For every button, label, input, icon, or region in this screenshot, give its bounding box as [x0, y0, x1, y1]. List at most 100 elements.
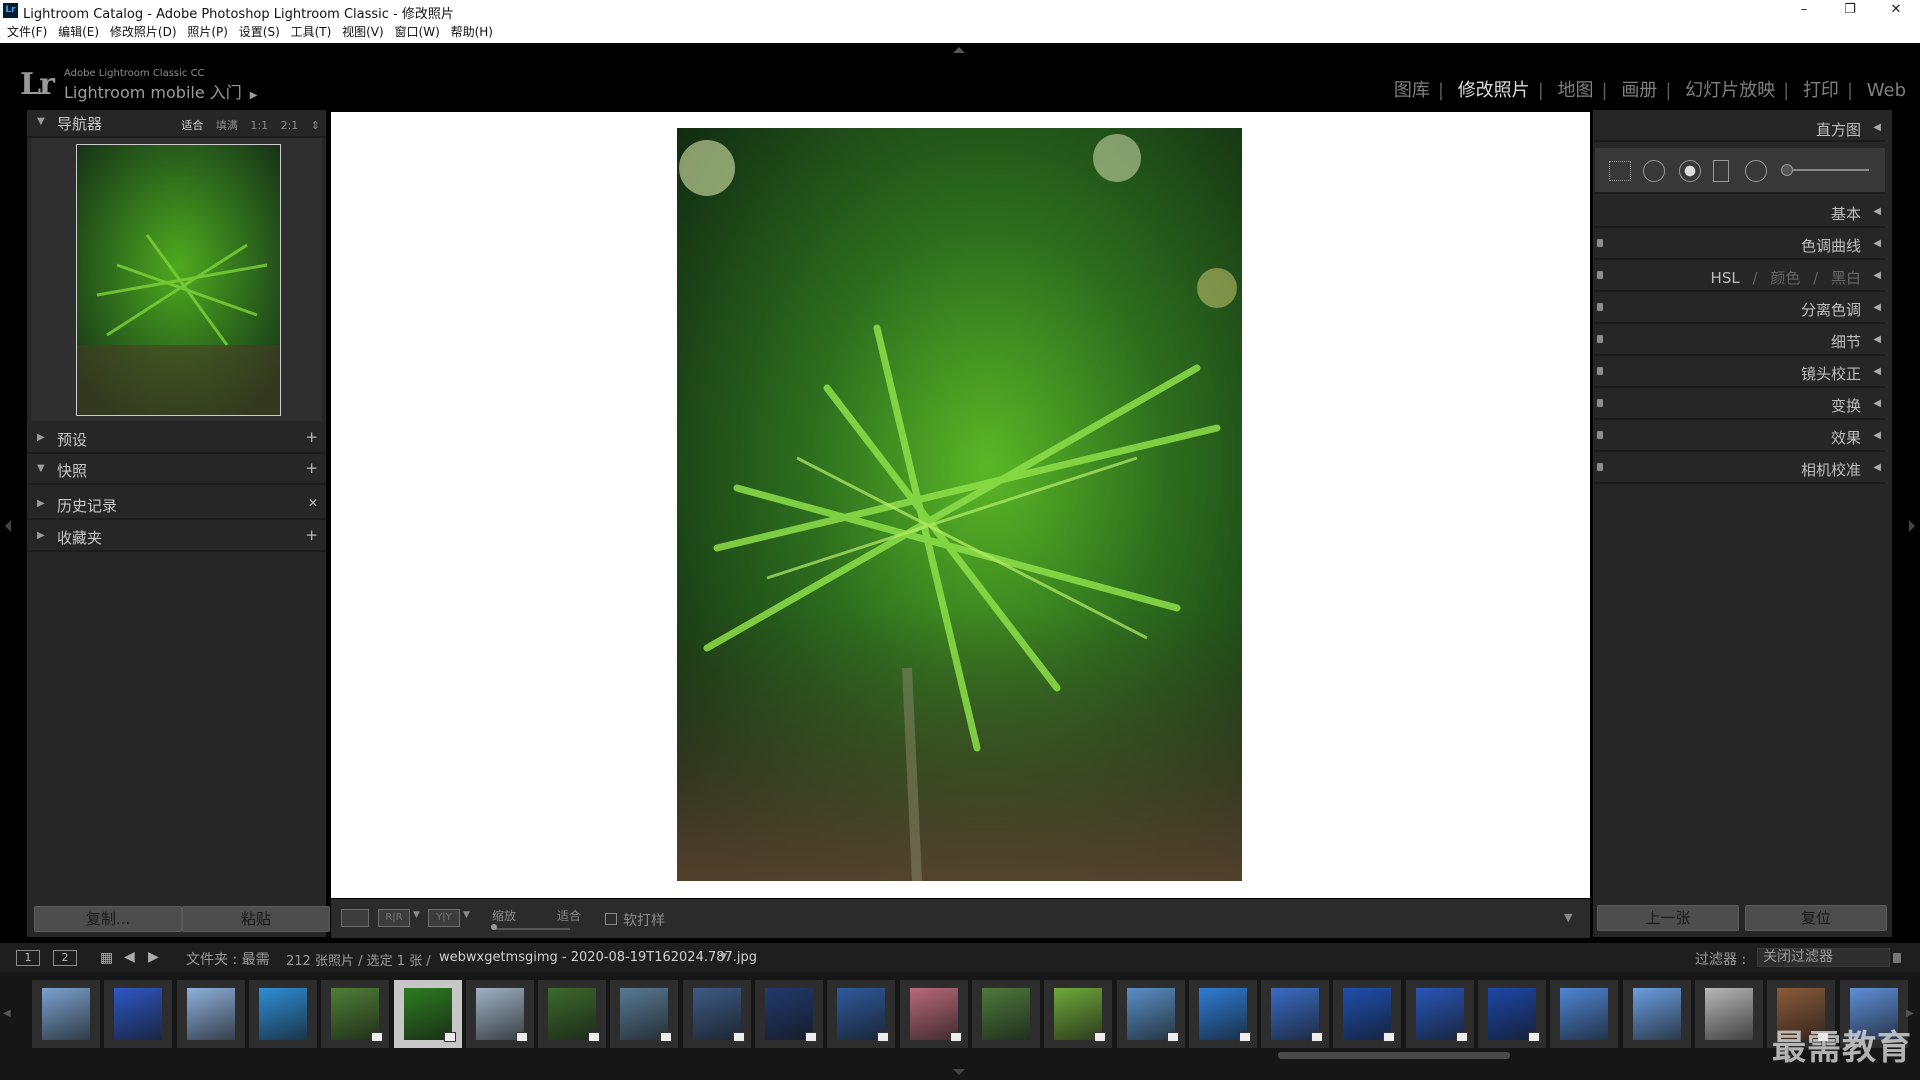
mobile-getting-started-link[interactable]: Lightroom mobile 入门 ▶	[64, 79, 257, 103]
menu-settings[interactable]: 设置(S)	[232, 22, 280, 43]
color-tab[interactable]: 颜色	[1770, 269, 1800, 287]
menu-window[interactable]: 窗口(W)	[388, 22, 440, 43]
module-slideshow[interactable]: 幻灯片放映	[1685, 80, 1775, 101]
navigator-thumbnail[interactable]	[76, 144, 281, 416]
camera-calibration-header[interactable]: 相机校准 ◀	[1593, 454, 1885, 484]
transform-header[interactable]: 变换 ◀	[1593, 390, 1885, 420]
filmstrip-thumbnail[interactable]	[538, 980, 607, 1048]
zoom-fit[interactable]: 适合	[181, 119, 203, 132]
snapshots-header[interactable]: ▼ 快照 +	[27, 457, 326, 485]
filmstrip-thumbnail[interactable]	[827, 980, 896, 1048]
panel-switch-icon[interactable]	[1597, 271, 1603, 279]
adjustment-brush-slider[interactable]	[1785, 169, 1869, 171]
histogram-header[interactable]: 直方图 ◀	[1593, 114, 1885, 142]
menu-file[interactable]: 文件(F)	[0, 22, 47, 43]
split-toning-header[interactable]: 分离色调 ◀	[1593, 294, 1885, 324]
toolbar-content-menu-icon[interactable]: ▼	[1564, 911, 1572, 924]
detail-header[interactable]: 细节 ◀	[1593, 326, 1885, 356]
filmstrip-scroll-right-icon[interactable]: ▶	[1906, 1008, 1914, 1019]
radial-filter-icon[interactable]	[1745, 160, 1767, 182]
zoom-slider[interactable]	[492, 928, 570, 930]
add-preset-icon[interactable]: +	[305, 428, 318, 446]
menu-edit[interactable]: 编辑(E)	[51, 22, 99, 43]
spot-removal-icon[interactable]	[1643, 160, 1665, 182]
filmstrip-thumbnail[interactable]	[682, 980, 751, 1048]
module-library[interactable]: 图库	[1394, 80, 1430, 101]
filmstrip-thumbnail[interactable]	[1694, 980, 1763, 1048]
filmstrip-thumbnail[interactable]	[1622, 980, 1691, 1048]
module-map[interactable]: 地图	[1558, 80, 1594, 101]
filmstrip-thumbnail[interactable]	[1405, 980, 1474, 1048]
menu-develop[interactable]: 修改照片(D)	[103, 22, 177, 43]
grid-view-icon[interactable]: ▦	[100, 950, 113, 966]
tone-curve-header[interactable]: 色调曲线 ◀	[1593, 230, 1885, 260]
filmstrip-thumbnail[interactable]	[1116, 980, 1185, 1048]
bw-tab[interactable]: 黑白	[1831, 269, 1861, 287]
forward-arrow-icon[interactable]: ▶	[148, 949, 159, 965]
source-label[interactable]: 文件夹 : 最需	[186, 949, 270, 969]
left-panel-toggle-icon[interactable]	[5, 520, 11, 532]
right-panel-toggle-icon[interactable]	[1909, 520, 1915, 532]
filmstrip-thumbnail[interactable]	[104, 980, 173, 1048]
back-arrow-icon[interactable]: ◀	[124, 949, 135, 965]
add-collection-icon[interactable]: +	[305, 526, 318, 544]
adjustment-brush-icon[interactable]	[1781, 164, 1793, 176]
panel-switch-icon[interactable]	[1597, 303, 1603, 311]
effects-header[interactable]: 效果 ◀	[1593, 422, 1885, 452]
history-header[interactable]: ▶ 历史记录 ✕	[27, 492, 326, 520]
panel-switch-icon[interactable]	[1597, 239, 1603, 247]
add-snapshot-icon[interactable]: +	[305, 459, 318, 477]
menu-help[interactable]: 帮助(H)	[444, 22, 493, 43]
clear-history-icon[interactable]: ✕	[308, 496, 318, 510]
filter-select[interactable]: 关闭过滤器	[1757, 948, 1890, 967]
filmstrip-thumbnail[interactable]	[176, 980, 245, 1048]
previous-button[interactable]: 上一张	[1597, 905, 1739, 931]
red-eye-icon[interactable]	[1679, 160, 1701, 182]
panel-switch-icon[interactable]	[1597, 367, 1603, 375]
filmstrip-thumbnail[interactable]	[1261, 980, 1330, 1048]
panel-switch-icon[interactable]	[1597, 335, 1603, 343]
zoom-1-1[interactable]: 1:1	[250, 119, 268, 132]
secondary-window-button[interactable]: 2	[53, 950, 77, 966]
restore-button[interactable]: ❐	[1827, 0, 1873, 22]
zoom-slider-thumb[interactable]	[491, 924, 497, 930]
lens-corrections-header[interactable]: 镜头校正 ◀	[1593, 358, 1885, 388]
basic-header[interactable]: 基本 ◀	[1593, 198, 1885, 228]
collections-header[interactable]: ▶ 收藏夹 +	[27, 524, 326, 552]
navigator-header[interactable]: ▼ 导航器 适合 填满 1:1 2:1 ⇕	[27, 110, 326, 138]
filmstrip-thumbnail[interactable]	[393, 980, 462, 1048]
copy-button[interactable]: 复制...	[34, 906, 182, 932]
main-photo[interactable]	[677, 128, 1242, 881]
module-print[interactable]: 打印	[1803, 80, 1839, 101]
filmstrip-thumbnail[interactable]	[1478, 980, 1546, 1048]
filmstrip-toggle-icon[interactable]	[953, 1069, 965, 1075]
filmstrip-thumbnail[interactable]	[971, 980, 1040, 1048]
minimize-button[interactable]: –	[1781, 0, 1827, 22]
filename-dropdown-icon[interactable]: ▼	[720, 952, 727, 962]
filmstrip-thumbnail[interactable]	[755, 980, 823, 1048]
filmstrip-thumbnail[interactable]	[248, 980, 317, 1048]
zoom-menu-icon[interactable]: ⇕	[311, 119, 320, 132]
before-after-tb-dropdown-icon[interactable]: ▼	[463, 910, 470, 920]
before-after-tb-icon[interactable]: Y|Y	[428, 909, 460, 927]
presets-header[interactable]: ▶ 预设 +	[27, 426, 326, 454]
filmstrip-scrollbar[interactable]	[1278, 1052, 1510, 1059]
filmstrip-thumbnail[interactable]	[32, 980, 100, 1048]
zoom-fill[interactable]: 填满	[216, 119, 238, 132]
top-panel-toggle-icon[interactable]	[953, 47, 965, 53]
graduated-filter-icon[interactable]	[1713, 160, 1729, 182]
crop-overlay-icon[interactable]	[1609, 161, 1631, 181]
module-web[interactable]: Web	[1867, 80, 1906, 101]
hsl-tab[interactable]: HSL	[1711, 269, 1740, 287]
before-after-dropdown-icon[interactable]: ▼	[413, 910, 420, 920]
filter-lock-icon[interactable]	[1893, 953, 1901, 963]
soft-proof-checkbox[interactable]	[605, 913, 617, 925]
panel-switch-icon[interactable]	[1597, 399, 1603, 407]
filmstrip-thumbnail[interactable]	[465, 980, 534, 1048]
loupe-view-icon[interactable]	[341, 909, 369, 927]
filmstrip-thumbnail[interactable]	[1044, 980, 1113, 1048]
close-button[interactable]: ✕	[1873, 0, 1919, 22]
filmstrip-thumbnail[interactable]	[321, 980, 390, 1048]
main-window-button[interactable]: 1	[16, 950, 40, 966]
hsl-header[interactable]: HSL / 颜色 / 黑白 ◀	[1593, 262, 1885, 292]
